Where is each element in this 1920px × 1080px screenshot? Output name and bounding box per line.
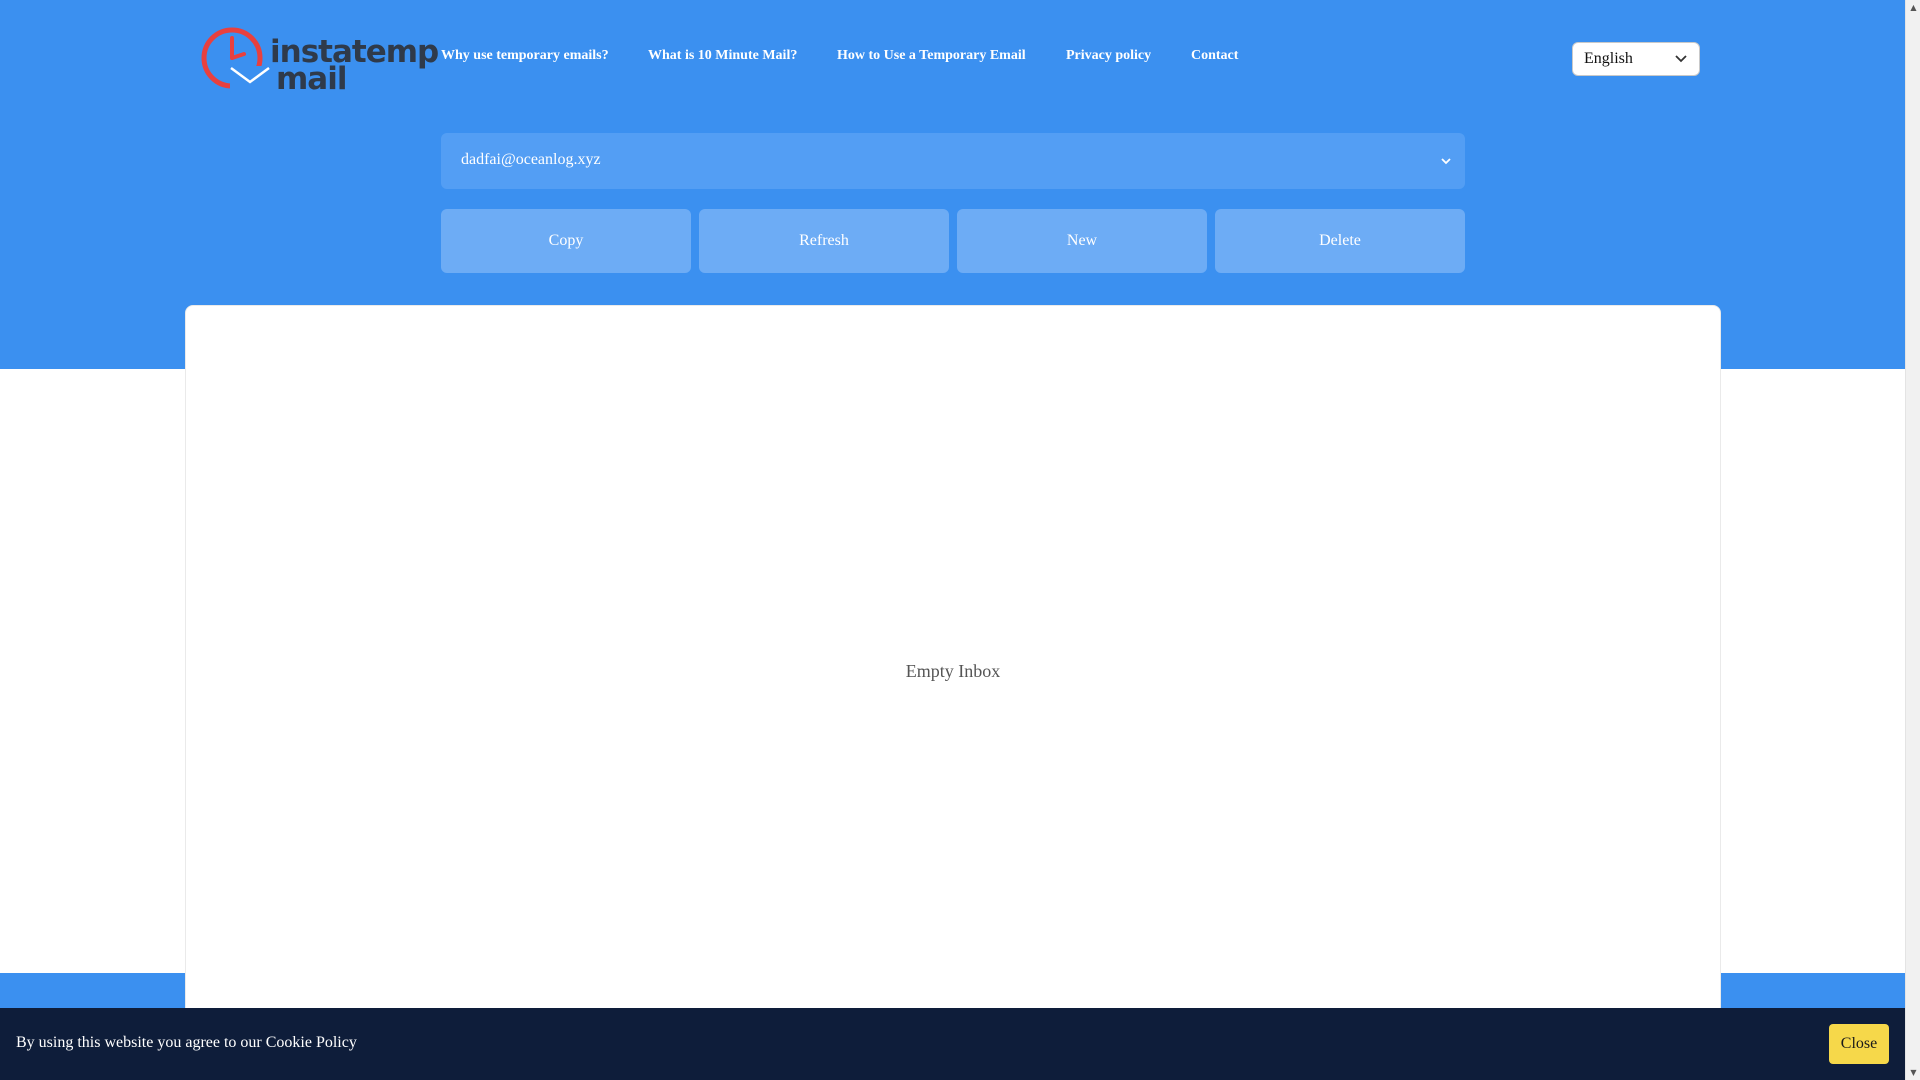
email-address-value: dadfai@oceanlog.xyz: [461, 151, 601, 168]
cookie-message: By using this website you agree to our C…: [16, 1034, 357, 1051]
cookie-close-button[interactable]: Close: [1829, 1024, 1889, 1064]
nav-why-temporary-emails[interactable]: Why use temporary emails?: [441, 48, 609, 64]
chevron-down-icon: [1675, 55, 1687, 63]
scroll-down-arrow-icon[interactable]: ▼: [1906, 1065, 1920, 1080]
new-button[interactable]: New: [957, 209, 1207, 273]
copy-button[interactable]: Copy: [441, 209, 691, 273]
nav-how-to-use[interactable]: How to Use a Temporary Email: [837, 48, 1026, 64]
cookie-banner: By using this website you agree to our C…: [0, 1008, 1905, 1080]
clock-envelope-icon: [201, 27, 270, 94]
email-address-select[interactable]: dadfai@oceanlog.xyz: [441, 133, 1465, 189]
language-selected-value: English: [1584, 50, 1633, 67]
empty-inbox-message: Empty Inbox: [905, 661, 1001, 681]
nav-privacy-policy[interactable]: Privacy policy: [1066, 48, 1151, 64]
nav-what-is-10-minute-mail[interactable]: What is 10 Minute Mail?: [648, 48, 797, 64]
nav-contact[interactable]: Contact: [1191, 48, 1238, 64]
delete-button[interactable]: Delete: [1215, 209, 1465, 273]
scroll-up-arrow-icon[interactable]: ▲: [1906, 0, 1920, 15]
language-select[interactable]: English: [1572, 42, 1700, 76]
refresh-button[interactable]: Refresh: [699, 209, 949, 273]
page-scrollbar[interactable]: ▲ ▼: [1905, 0, 1920, 1080]
chevron-down-icon: [1441, 158, 1451, 165]
site-logo[interactable]: instatemp mail: [200, 24, 439, 98]
inbox-panel: Empty Inbox: [185, 305, 1721, 1080]
logo-text-bottom: mail: [276, 61, 347, 97]
